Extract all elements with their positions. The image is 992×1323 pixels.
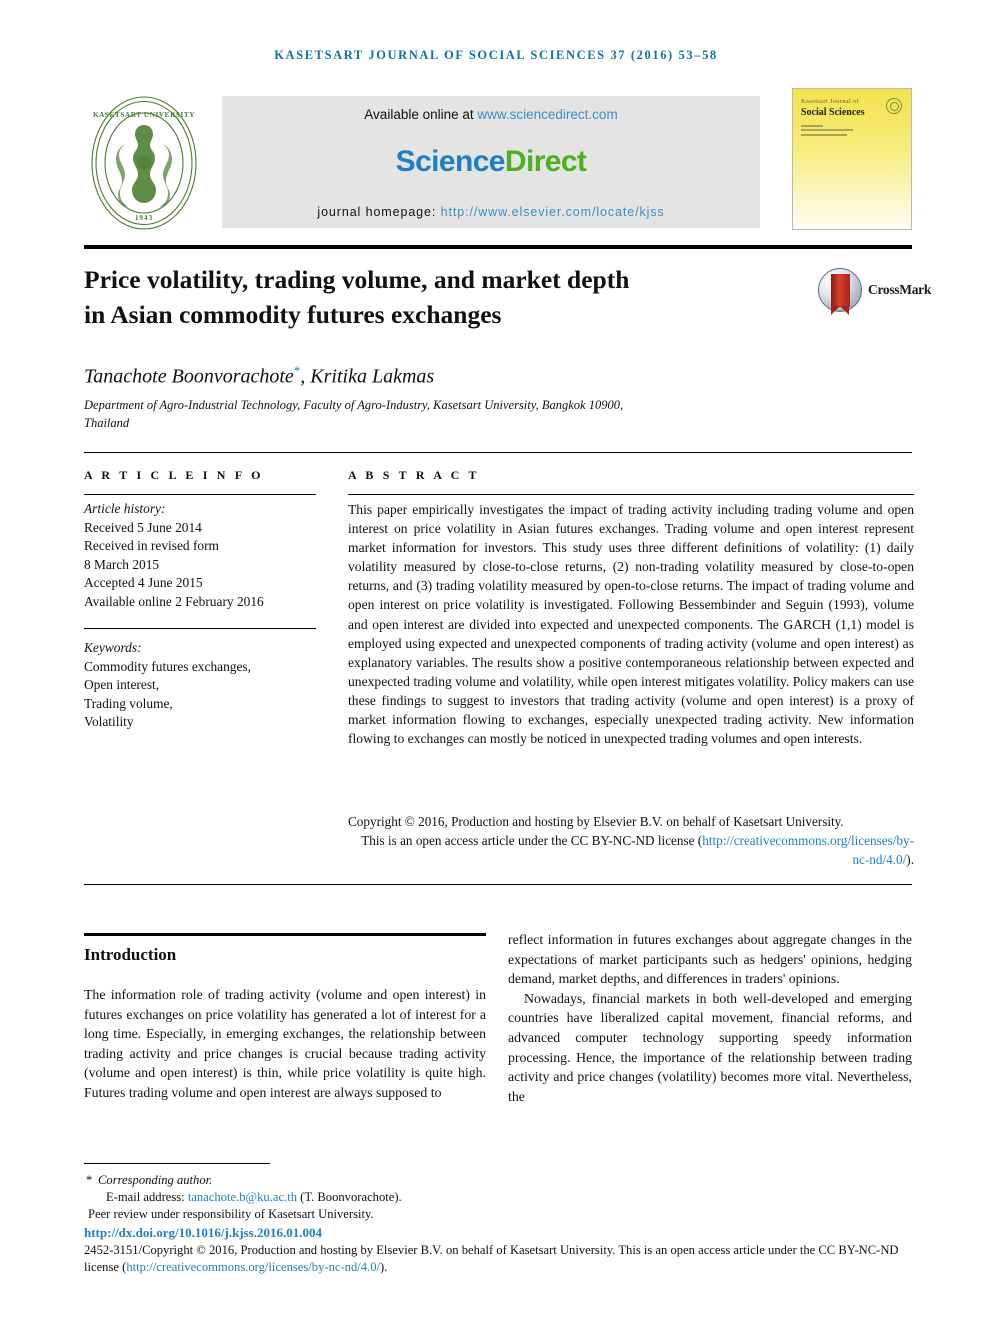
keywords-rule [84,628,316,629]
email-label: E-mail address: [106,1189,188,1204]
introduction-rule [84,933,486,936]
abstract-copyright: Copyright © 2016, Production and hosting… [348,812,914,869]
article-history: Article history: Received 5 June 2014 Re… [84,500,316,612]
article-accepted: Accepted 4 June 2015 [84,575,203,591]
masthead: KASETSART UNIVERSITY 1943 Available onli… [84,88,912,236]
abstract-copyright-line-2: This is an open access article under the… [361,833,703,849]
cover-journal-title: Social Sciences [801,107,865,118]
article-info-rule [84,494,316,495]
cover-seal-icon [886,98,902,114]
footnote-rule [84,1163,270,1164]
body-column-left: The information role of trading activity… [84,987,486,1100]
body-paragraph: Nowadays, financial markets in both well… [508,990,912,1104]
keyword-item: Volatility [84,714,134,730]
corresponding-author-text: Corresponding author. [98,1173,213,1187]
affiliation-line-2: Thailand [84,416,130,430]
article-revised-date: 8 March 2015 [84,556,160,572]
author-secondary: , Kritika Lakmas [300,365,435,388]
abstract-copyright-tail: ). [906,852,914,868]
keywords-label: Keywords: [84,640,142,655]
crossmark-badge[interactable]: CrossMark [818,268,931,315]
seal-year: 1943 [135,214,153,222]
crossmark-label: CrossMark [868,282,932,297]
abstract-bottom-divider [84,884,912,885]
seal-year-top: KASETSART UNIVERSITY [93,111,195,119]
article-history-label: Article history: [84,501,166,516]
journal-homepage-link[interactable]: http://www.elsevier.com/locate/kjss [441,205,665,219]
journal-homepage-line: journal homepage: http://www.elsevier.co… [317,205,664,219]
keywords-block: Keywords: Commodity futures exchanges, O… [84,639,316,732]
affiliation: Department of Agro-Industrial Technology… [84,396,704,432]
email-note: E-mail address: tanachote.b@ku.ac.th (T.… [84,1189,504,1206]
abstract-top-divider [84,452,912,453]
abstract-body: This paper empirically investigates the … [348,502,914,747]
email-author-tail: (T. Boonvorachote). [297,1189,402,1204]
masthead-divider [84,245,912,249]
kasetsart-university-seal-icon: KASETSART UNIVERSITY 1943 [91,96,197,230]
corresponding-author-note: * Corresponding author. [84,1172,504,1189]
body-paragraph: reflect information in futures exchanges… [508,932,912,987]
running-head: Kasetsart Journal of Social Sciences 37 … [274,48,718,62]
bottom-copyright: 2452-3151/Copyright © 2016, Production a… [84,1242,912,1276]
author-list: Tanachote Boonvorachote*, Kritika Lakmas [84,363,784,389]
available-online-label: Available online at [364,107,478,122]
keyword-item: Trading volume, [84,695,173,711]
bottom-copyright-post: ). [380,1260,388,1274]
doi-link[interactable]: http://dx.doi.org/10.1016/j.kjss.2016.01… [84,1225,322,1241]
abstract-copyright-line-1: Copyright © 2016, Production and hosting… [348,814,844,829]
journal-cover-thumbnail: Kasetsart Journal of Social Sciences [792,88,912,230]
crossmark-circle-icon [818,268,862,315]
body-column-right: reflect information in futures exchanges… [508,930,912,1106]
article-revised-label: Received in revised form [84,538,219,554]
abstract-rule [348,494,914,495]
cover-placeholder-lines [801,125,859,138]
article-info-heading: A R T I C L E I N F O [84,468,264,482]
email-link[interactable]: tanachote.b@ku.ac.th [188,1190,297,1204]
journal-article-page: Kasetsart Journal of Social Sciences 37 … [0,0,992,1323]
cover-journal-prefix: Kasetsart Journal of [801,98,859,105]
peer-review-note: Peer review under responsibility of Kase… [88,1206,374,1221]
article-available-online: Available online 2 February 2016 [84,593,264,609]
sciencedirect-banner: Available online at www.sciencedirect.co… [222,96,760,228]
wordmark-science: Science [395,144,506,178]
sciencedirect-wordmark: ScienceDirect [396,145,587,179]
title-line-2: in Asian commodity futures exchanges [84,300,502,329]
footnote-star-icon: * [86,1173,93,1187]
author-primary: Tanachote Boonvorachote [84,365,294,388]
wordmark-direct: Direct [504,144,587,178]
article-received: Received 5 June 2014 [84,519,202,535]
crossmark-ribbon-icon [831,274,850,315]
title-line-1: Price volatility, trading volume, and ma… [84,265,630,294]
journal-homepage-label: journal homepage: [317,205,441,219]
abstract-heading: A B S T R A C T [348,468,480,482]
bottom-cc-license-link[interactable]: http://creativecommons.org/licenses/by-n… [126,1260,380,1274]
cc-license-link[interactable]: http://creativecommons.org/licenses/by-n… [702,833,914,867]
available-online-line: Available online at www.sciencedirect.co… [364,107,617,122]
affiliation-line-1: Department of Agro-Industrial Technology… [84,398,624,412]
footnotes: * Corresponding author. E-mail address: t… [84,1172,504,1222]
keyword-item: Open interest, [84,677,160,693]
sciencedirect-link[interactable]: www.sciencedirect.com [477,107,617,122]
page-title: Price volatility, trading volume, and ma… [84,262,724,332]
keyword-item: Commodity futures exchanges, [84,658,251,674]
section-heading-introduction: Introduction [84,945,177,964]
